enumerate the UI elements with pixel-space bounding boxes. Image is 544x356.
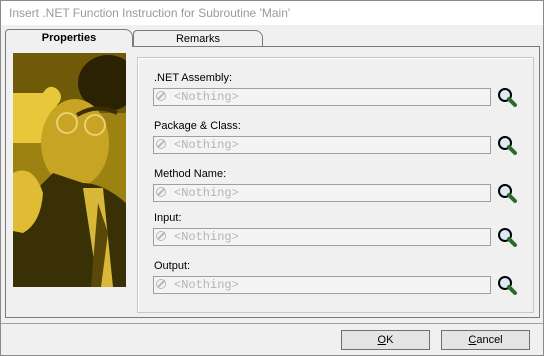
ok-button[interactable]: OK [341,330,430,350]
cancel-button[interactable]: Cancel [441,330,530,350]
cancel-label-rest: ancel [476,334,503,346]
fields-group: .NET Assembly: <Nothing> Package & Class… [137,57,534,313]
input-label: Input: [154,212,182,224]
properties-panel: .NET Assembly: <Nothing> Package & Class… [5,46,540,318]
method-name-value: <Nothing> [174,186,239,200]
method-name-field[interactable]: <Nothing> [153,184,491,202]
dialog-window: Insert .NET Function Instruction for Sub… [0,0,544,356]
divider [1,323,543,324]
package-class-value: <Nothing> [174,138,239,152]
output-field[interactable]: <Nothing> [153,276,491,294]
no-entry-icon [156,187,166,197]
input-value: <Nothing> [174,230,239,244]
no-entry-icon [156,231,166,241]
magnifier-icon[interactable] [496,226,518,248]
assembly-field[interactable]: <Nothing> [153,88,491,106]
title-bar[interactable]: Insert .NET Function Instruction for Sub… [1,1,543,25]
window-title: Insert .NET Function Instruction for Sub… [9,6,291,20]
tab-remarks[interactable]: Remarks [133,30,263,47]
no-entry-icon [156,279,166,289]
ok-label-rest: K [386,334,394,346]
magnifier-icon[interactable] [496,86,518,108]
decorative-photo [13,53,126,287]
output-value: <Nothing> [174,278,239,292]
package-class-label: Package & Class: [154,120,241,132]
assembly-value: <Nothing> [174,90,239,104]
tab-properties[interactable]: Properties [5,29,133,47]
magnifier-icon[interactable] [496,274,518,296]
method-name-label: Method Name: [154,168,227,180]
assembly-label: .NET Assembly: [154,72,233,84]
no-entry-icon [156,91,166,101]
output-label: Output: [154,260,191,272]
magnifier-icon[interactable] [496,182,518,204]
no-entry-icon [156,139,166,149]
package-class-field[interactable]: <Nothing> [153,136,491,154]
input-field[interactable]: <Nothing> [153,228,491,246]
ok-accelerator: O [377,334,387,346]
magnifier-icon[interactable] [496,134,518,156]
puzzle-man-illustration [13,53,126,287]
